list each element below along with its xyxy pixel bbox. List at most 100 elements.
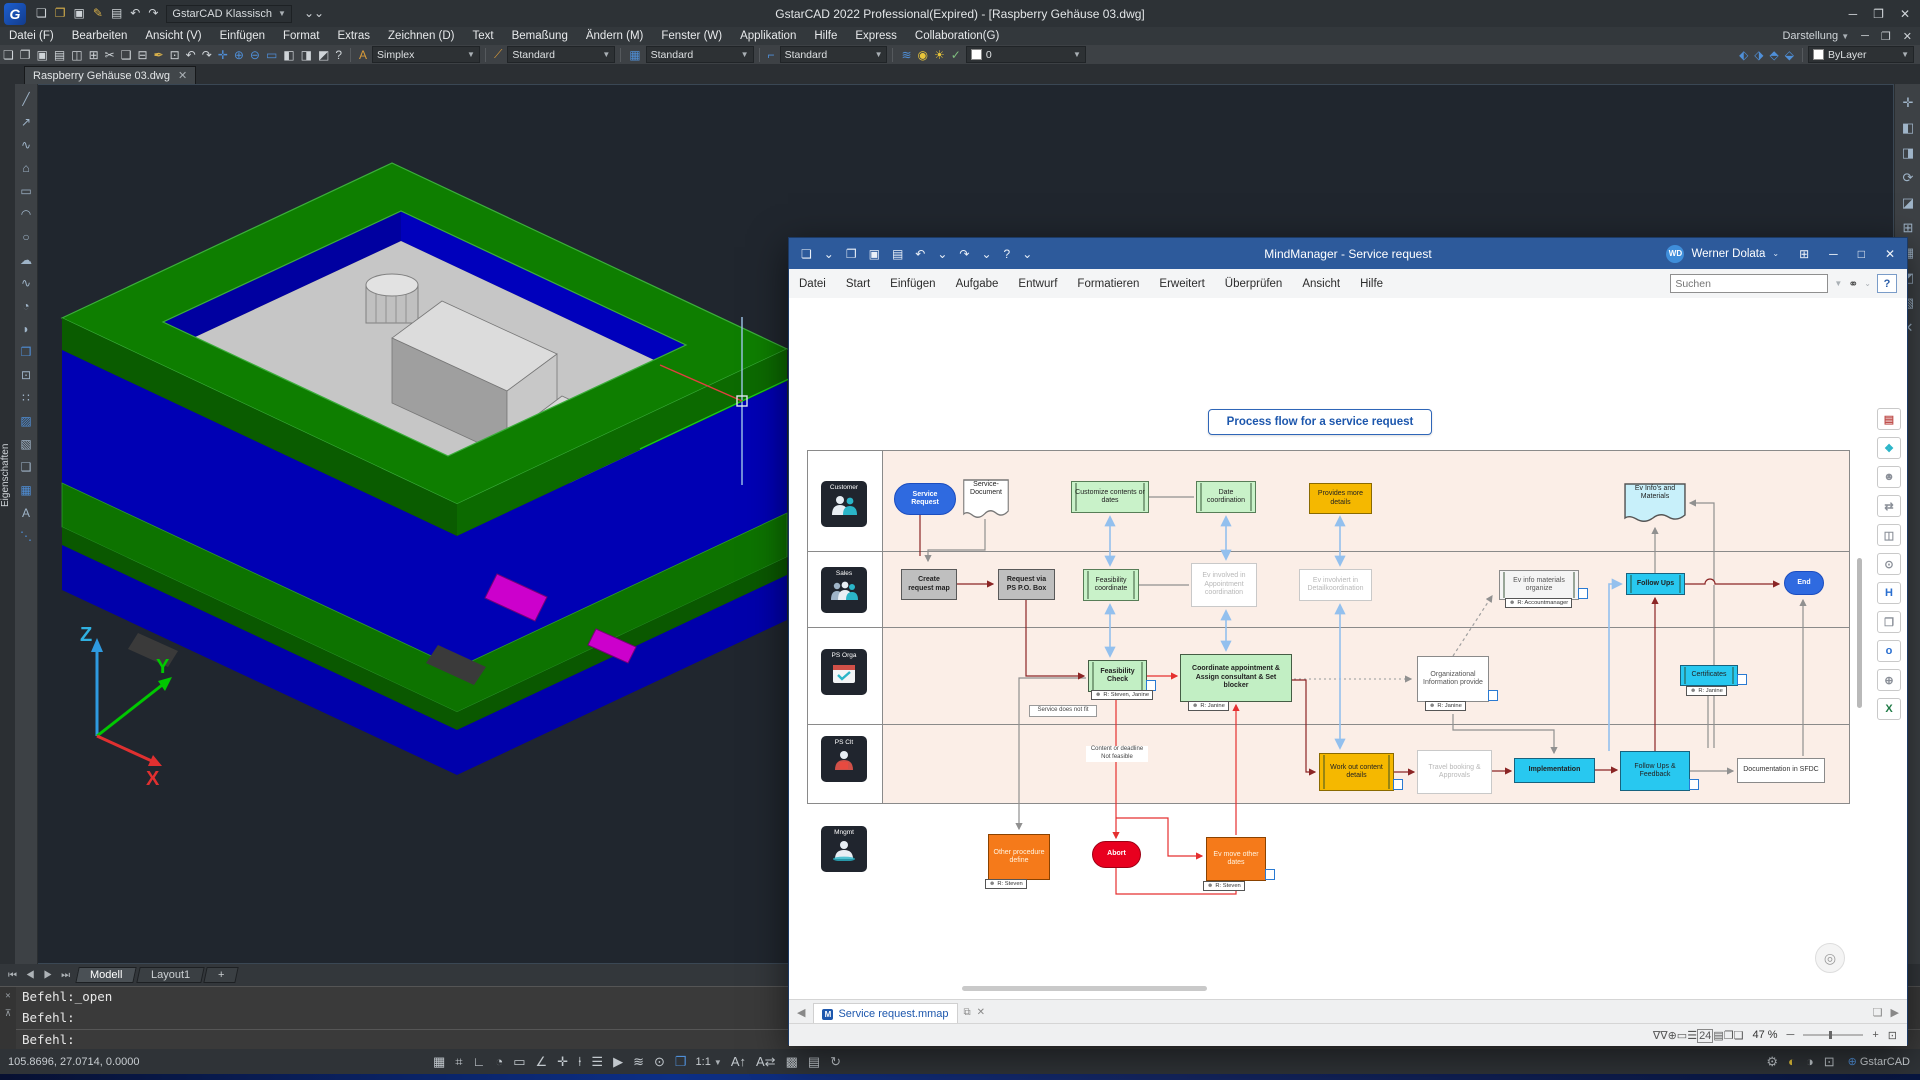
mleader-style-dropdown[interactable]: Standard▼: [780, 46, 888, 63]
flow-node-ev-info-materials-organize[interactable]: Ev info materials organize: [1499, 570, 1579, 600]
layer-lock-icon[interactable]: ✓: [948, 48, 964, 62]
bulb-icon[interactable]: ◐: [1783, 1054, 1801, 1069]
cut-icon[interactable]: ✂: [102, 48, 118, 62]
mm-tab-hilfe[interactable]: Hilfe: [1350, 278, 1393, 290]
excel-pane-icon[interactable]: X: [1877, 698, 1901, 720]
grid-icon[interactable]: ▦: [428, 1054, 450, 1069]
doc-restore-button[interactable]: ❐: [1881, 30, 1891, 43]
mirror-icon[interactable]: ◪: [1902, 190, 1914, 215]
flow-node-customize-contents[interactable]: Customize contents or dates: [1071, 481, 1149, 513]
resource-tag[interactable]: ☻R: Janine: [1686, 686, 1727, 696]
polyline-icon[interactable]: ∿: [21, 134, 31, 157]
flow-node-create-request-map[interactable]: Create request map: [901, 569, 957, 600]
copy-icon[interactable]: ❑: [118, 48, 135, 62]
flow-node-coordinate-appointment[interactable]: Coordinate appointment & Assign consulta…: [1180, 654, 1292, 702]
stretch-icon[interactable]: ◨: [1902, 140, 1914, 165]
table-style-dropdown[interactable]: Standard▼: [646, 46, 754, 63]
flow-node-feasibility-check[interactable]: Feasibility Check: [1088, 660, 1147, 692]
command-close-icon[interactable]: ✕: [0, 987, 16, 1001]
mm-tab-aufgabe[interactable]: Aufgabe: [946, 278, 1009, 290]
horizontal-scrollbar[interactable]: [962, 986, 1207, 991]
layers-icon[interactable]: ≋: [898, 48, 914, 62]
pan-icon[interactable]: ✛: [215, 48, 231, 62]
redo-icon[interactable]: ↷: [144, 0, 162, 27]
menu-text[interactable]: Text: [464, 30, 503, 42]
flow-node-other-procedure[interactable]: Other procedure define: [988, 834, 1050, 880]
menu-hilfe[interactable]: Hilfe: [805, 30, 846, 42]
new-map-icon[interactable]: ❏: [795, 247, 818, 261]
menu-einfuegen[interactable]: Einfügen: [211, 30, 274, 42]
construction-line-icon[interactable]: ↗: [21, 111, 31, 134]
multiline-text-icon[interactable]: A: [22, 502, 30, 525]
file-tab-close-icon[interactable]: ✕: [178, 69, 187, 82]
mm-tab-ansicht[interactable]: Ansicht: [1292, 278, 1350, 290]
flowchart-title[interactable]: Process flow for a service request: [1208, 409, 1432, 435]
dynamic-input-icon[interactable]: ✛: [552, 1054, 573, 1069]
flow-node-end[interactable]: End: [1784, 571, 1824, 595]
doc-close-button[interactable]: ✕: [1903, 30, 1912, 43]
mm-minimize-button[interactable]: ─: [1829, 247, 1838, 261]
index-pane-icon[interactable]: H: [1877, 582, 1901, 604]
resource-tag[interactable]: ☻R: Steven: [1203, 881, 1245, 891]
display-mode-icon[interactable]: ◑: [1801, 1054, 1819, 1069]
menu-ansicht[interactable]: Ansicht (V): [136, 30, 210, 42]
mm-close-button[interactable]: ✕: [1885, 247, 1895, 261]
zoom-status-icon[interactable]: ⊙: [649, 1054, 670, 1069]
gantt-view-icon[interactable]: ▤: [1713, 1030, 1723, 1042]
flow-node-travel-booking[interactable]: Travel booking & Approvals: [1417, 750, 1492, 794]
publish-icon[interactable]: ⊞: [86, 48, 102, 62]
flow-node-ev-infos-materials[interactable]: Ev Info's and Materials: [1624, 483, 1686, 525]
command-pin-icon[interactable]: ⊼: [0, 1001, 16, 1019]
help-icon[interactable]: ?: [332, 48, 345, 62]
mm-tab-start[interactable]: Start: [836, 278, 880, 290]
line-icon[interactable]: ╱: [22, 88, 29, 111]
task-info-pane-icon[interactable]: ◫: [1877, 524, 1901, 546]
fit-map-button[interactable]: ⊡: [1888, 1029, 1897, 1042]
mm-tab-einfuegen[interactable]: Einfügen: [880, 278, 945, 290]
properties-panel-tab[interactable]: Eigenschaften: [0, 420, 15, 530]
angle-icon[interactable]: ∠: [531, 1054, 553, 1069]
table-icon[interactable]: ▦: [20, 479, 31, 502]
region-icon[interactable]: ❑: [21, 456, 32, 479]
snap-icon[interactable]: ⌗: [450, 1054, 467, 1069]
help-icon[interactable]: ?: [998, 247, 1017, 261]
restore-button[interactable]: ❐: [1873, 7, 1884, 21]
darstellung-dropdown[interactable]: Darstellung ▼: [1782, 30, 1849, 42]
zoom-out-icon[interactable]: ⊖: [247, 48, 263, 62]
isolate-icon[interactable]: ↻: [825, 1054, 846, 1069]
open-map-icon[interactable]: ❐: [840, 247, 863, 261]
revision-cloud-icon[interactable]: ☁: [20, 249, 32, 272]
flow-node-feasibility-coordinate[interactable]: Feasibility coordinate: [1083, 569, 1139, 601]
search-input[interactable]: [1670, 274, 1828, 293]
tab-modell[interactable]: Modell: [75, 967, 137, 983]
tab-float-icon[interactable]: ⧉: [958, 1007, 977, 1018]
flow-node-certificates[interactable]: Certificates: [1680, 665, 1738, 686]
ellipse-arc-icon[interactable]: ◗: [22, 318, 29, 341]
fullscreen-icon[interactable]: ⊡: [1819, 1054, 1840, 1069]
circle-icon[interactable]: ○: [22, 226, 29, 249]
mm-tab-datei[interactable]: Datei: [789, 278, 836, 290]
close-button[interactable]: ✕: [1900, 7, 1910, 21]
arc-icon[interactable]: ◠: [21, 203, 31, 226]
menu-express[interactable]: Express: [846, 30, 906, 42]
lane-tile-ps-orga[interactable]: PS Orga: [821, 649, 867, 695]
flow-node-provides-more-details[interactable]: Provides more details: [1309, 483, 1372, 514]
new-file-icon[interactable]: ❏: [32, 0, 51, 27]
tool-palettes-icon[interactable]: ◨: [298, 48, 315, 62]
settings-gear-icon[interactable]: ⚙: [1761, 1054, 1783, 1069]
undo-icon[interactable]: ↶: [183, 48, 199, 62]
lineweight-icon[interactable]: ☰: [586, 1054, 608, 1069]
tab-nav-arrows[interactable]: ⏮ ◀ ▶ ⏭: [0, 970, 77, 981]
zoom-out-button[interactable]: ─: [1787, 1029, 1795, 1041]
object-snap-icon[interactable]: ▭: [508, 1054, 530, 1069]
print-icon[interactable]: ▤: [107, 0, 126, 27]
layer-dropdown[interactable]: 0▼: [966, 46, 1086, 63]
properties-icon[interactable]: ◧: [280, 48, 297, 62]
tab-layout1[interactable]: Layout1: [136, 967, 205, 983]
map-canvas[interactable]: Process flow for a service request Custo…: [789, 298, 1907, 999]
layer-freeze-icon[interactable]: ⬘: [1767, 48, 1782, 62]
flow-node-ev-involved-appointment[interactable]: Ev involved in Appointment coordination: [1191, 563, 1257, 607]
flow-node-documentation-sfdc[interactable]: Documentation in SFDC: [1737, 758, 1825, 783]
annotation-service-does-not-fit[interactable]: Service does not fit: [1029, 705, 1097, 717]
color-dropdown[interactable]: ByLayer▼: [1808, 46, 1914, 63]
